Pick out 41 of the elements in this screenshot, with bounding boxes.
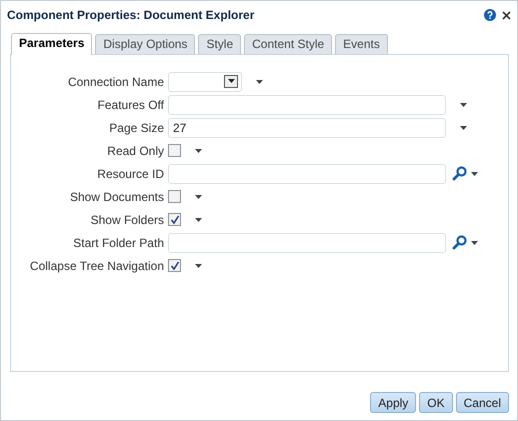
dialog-button[interactable]: Apply <box>370 392 416 413</box>
tab[interactable]: Content Style <box>244 34 332 54</box>
caret-icon[interactable] <box>256 80 263 84</box>
field-label: Features Off <box>96 98 165 112</box>
tab[interactable]: Style <box>198 34 242 54</box>
close-icon[interactable] <box>502 10 511 20</box>
field-label: Collapse Tree Navigation <box>28 258 165 272</box>
tab[interactable]: Parameters <box>11 33 92 55</box>
checkbox[interactable] <box>168 213 181 226</box>
search-icon[interactable] <box>452 166 467 181</box>
caret-icon[interactable] <box>471 172 478 176</box>
tab[interactable]: Events <box>335 34 388 54</box>
field-label: Start Folder Path <box>72 236 165 250</box>
search-icon[interactable] <box>452 235 467 250</box>
input-field[interactable] <box>168 94 446 114</box>
caret-icon[interactable] <box>195 218 202 222</box>
tab[interactable]: Display Options <box>95 34 196 54</box>
dialog-button[interactable]: Cancel <box>456 392 509 413</box>
caret-icon[interactable] <box>195 264 202 268</box>
input-field[interactable]: 27 <box>168 118 446 138</box>
checkbox[interactable] <box>168 144 181 157</box>
field-label: Read Only <box>106 144 165 158</box>
field-label: Resource ID <box>96 166 165 180</box>
caret-icon[interactable] <box>195 194 202 198</box>
checkbox[interactable] <box>168 259 181 272</box>
field-label: Connection Name <box>66 74 165 88</box>
input-field[interactable] <box>168 232 446 252</box>
checkbox[interactable] <box>168 190 181 203</box>
field-label: Show Documents <box>68 190 165 204</box>
field-label: Show Folders <box>90 212 165 226</box>
caret-icon[interactable] <box>460 102 467 106</box>
caret-icon[interactable] <box>471 240 478 244</box>
caret-icon[interactable] <box>228 79 234 83</box>
select-field[interactable] <box>168 72 242 92</box>
caret-icon[interactable] <box>195 148 202 152</box>
field-label: Page Size <box>108 120 165 134</box>
dialog-button[interactable]: OK <box>419 392 453 413</box>
caret-icon[interactable] <box>460 126 467 130</box>
window-title: Component Properties: Document Explorer <box>7 8 256 22</box>
input-field[interactable] <box>168 164 446 184</box>
help-icon[interactable] <box>484 9 496 21</box>
